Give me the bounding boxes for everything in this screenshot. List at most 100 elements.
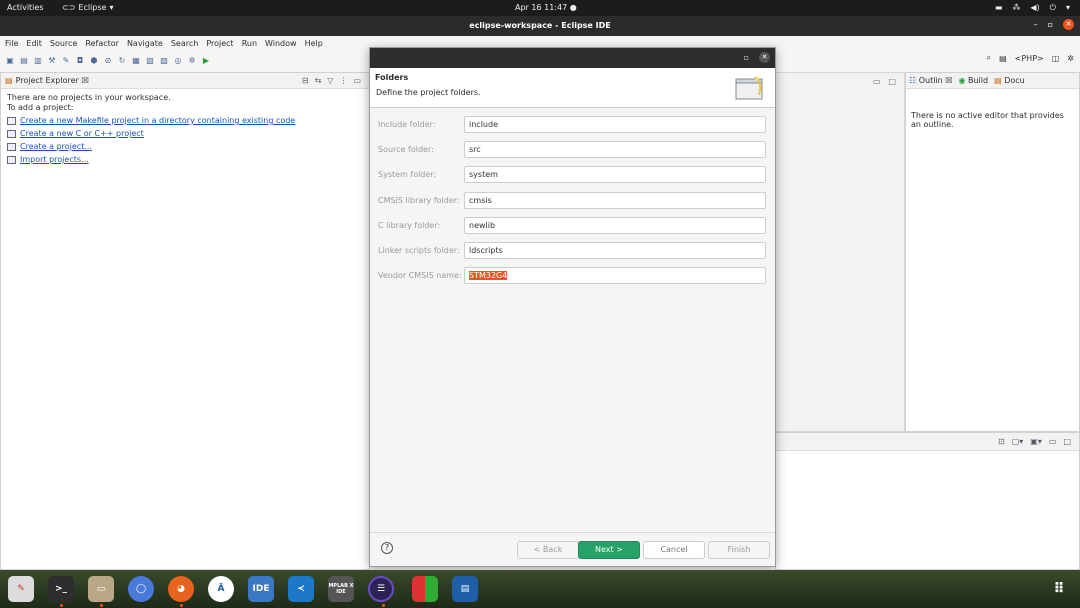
perspective-cpp-icon[interactable]: ◫ — [1052, 54, 1060, 63]
clock[interactable]: Apr 16 11:47 ● — [515, 3, 577, 12]
activities-button[interactable]: Activities — [7, 3, 44, 12]
linker-scripts-folder-input[interactable]: ldscripts — [464, 242, 766, 259]
source-folder-label: Source folder: — [378, 145, 434, 154]
new-icon[interactable]: ▣ — [5, 55, 15, 65]
menu-navigate[interactable]: Navigate — [127, 39, 163, 48]
document-viewer-icon[interactable]: ▤ — [452, 576, 478, 602]
minimize-icon[interactable]: ▭ — [1049, 437, 1057, 446]
view-menu-icon[interactable]: ⋮ — [339, 76, 347, 85]
refresh-icon[interactable]: ↻ — [117, 55, 127, 65]
menu-help[interactable]: Help — [305, 39, 323, 48]
import-projects-link[interactable]: Import projects... — [7, 155, 363, 165]
link-label: Create a new Makefile project in a direc… — [20, 116, 296, 125]
link-editor-icon[interactable]: ⇆ — [315, 76, 322, 85]
minimize-icon[interactable]: – — [1034, 20, 1038, 29]
text-editor-icon[interactable]: ✎ — [8, 576, 34, 602]
hammer-icon[interactable]: ✎ — [61, 55, 71, 65]
filter-icon[interactable]: ▽ — [327, 76, 333, 85]
search-icon[interactable]: ⌕ — [987, 53, 991, 63]
files-icon[interactable]: ▭ — [88, 576, 114, 602]
new-class-icon[interactable]: ▦ — [131, 55, 141, 65]
minimize-view-icon[interactable]: ▭ — [353, 76, 361, 85]
close-icon[interactable]: ✕ — [759, 52, 770, 63]
perspective-debug-icon[interactable]: ✲ — [1067, 54, 1074, 63]
perspective-php[interactable]: <PHP> — [1015, 54, 1044, 63]
tab-build[interactable]: ◉ Build — [958, 76, 988, 85]
menu-refactor[interactable]: Refactor — [85, 39, 119, 48]
outline-tab-bar: ☷ Outlin ☒ ◉ Build ▤ Docu — [906, 73, 1079, 89]
menu-window[interactable]: Window — [265, 39, 297, 48]
system-folder-input[interactable]: system — [464, 166, 766, 183]
open-console-icon[interactable]: ▣▾ — [1030, 437, 1042, 446]
firefox-icon[interactable]: ◕ — [168, 576, 194, 602]
keyboard-icon[interactable]: ▬ — [995, 3, 1003, 13]
next-button[interactable]: Next > — [578, 541, 640, 559]
create-c-cpp-project-link[interactable]: Create a new C or C++ project — [7, 129, 363, 139]
collapse-all-icon[interactable]: ⊟ — [302, 76, 309, 85]
terminal-icon[interactable]: >_ — [48, 576, 74, 602]
toolbar-right: ⌕ ▤ <PHP> ◫ ✲ — [987, 53, 1074, 63]
open-perspective-icon[interactable]: ▤ — [999, 54, 1007, 63]
include-folder-label: Include folder: — [378, 120, 436, 129]
c-library-folder-input[interactable]: newlib — [464, 217, 766, 234]
app-grid-colored-icon[interactable] — [412, 576, 438, 602]
close-icon[interactable]: ✕ — [1063, 19, 1074, 30]
create-project-link[interactable]: Create a project... — [7, 142, 363, 152]
chromium-icon[interactable]: ◯ — [128, 576, 154, 602]
wizard-banner: Folders Define the project folders. — [370, 68, 775, 108]
tab-docu[interactable]: ▤ Docu — [994, 76, 1025, 85]
ide-app-icon[interactable]: IDE — [248, 576, 274, 602]
project-explorer-icon: ▤ — [5, 76, 13, 85]
menu-project[interactable]: Project — [206, 39, 233, 48]
vendor-cmsis-name-input[interactable]: STM32G4 — [464, 267, 766, 284]
run-icon[interactable]: ▶ — [201, 55, 211, 65]
outline-message: There is no active editor that provides … — [911, 111, 1064, 129]
back-button[interactable]: < Back — [517, 541, 579, 559]
mplab-x-ide-icon[interactable]: MPLAB X IDE — [328, 576, 354, 602]
create-makefile-project-link[interactable]: Create a new Makefile project in a direc… — [7, 116, 363, 126]
close-tab-icon[interactable]: ☒ — [82, 76, 89, 85]
include-folder-input[interactable]: include — [464, 116, 766, 133]
maximize-icon[interactable]: □ — [1063, 437, 1071, 446]
app-menu[interactable]: ⊂⊃ Eclipse ▾ — [62, 3, 114, 12]
cmsis-library-folder-row: CMSIS library folder: cmsis — [378, 192, 768, 209]
new-file-icon[interactable]: ▨ — [159, 55, 169, 65]
package-icon[interactable]: ⬢ — [89, 55, 99, 65]
eclipse-icon[interactable]: ☰ — [368, 576, 394, 602]
app-icon[interactable]: Ä — [208, 576, 234, 602]
menu-file[interactable]: File — [5, 39, 18, 48]
menu-search[interactable]: Search — [171, 39, 198, 48]
gnome-top-bar: Activities ⊂⊃ Eclipse ▾ Apr 16 11:47 ● ▬… — [0, 0, 1080, 16]
c-library-folder-label: C library folder: — [378, 221, 441, 230]
skip-breakpoints-icon[interactable]: ⊘ — [103, 55, 113, 65]
tab-outline[interactable]: ☷ Outlin ☒ — [909, 76, 952, 85]
maximize-icon[interactable]: ▫ — [744, 53, 749, 62]
debug-icon[interactable]: ◘ — [75, 55, 85, 65]
source-folder-input[interactable]: src — [464, 141, 766, 158]
new-folder-icon[interactable]: ▧ — [145, 55, 155, 65]
minimize-icon[interactable]: ▭ — [873, 77, 881, 86]
project-explorer-tab[interactable]: ▤ Project Explorer ☒ ⊟ ⇆ ▽ ⋮ ▭ — [1, 73, 369, 89]
debug-run-icon[interactable]: ✲ — [187, 55, 197, 65]
save-all-icon[interactable]: ▥ — [33, 55, 43, 65]
cmsis-library-folder-input[interactable]: cmsis — [464, 192, 766, 209]
cancel-button[interactable]: Cancel — [643, 541, 705, 559]
menu-source[interactable]: Source — [50, 39, 77, 48]
save-icon[interactable]: ▤ — [19, 55, 29, 65]
maximize-icon[interactable]: □ — [888, 77, 896, 86]
build-icon[interactable]: ⚒ — [47, 55, 57, 65]
chevron-down-icon: ▾ — [109, 3, 114, 12]
display-console-icon[interactable]: ▢▾ — [1012, 437, 1024, 446]
maximize-icon[interactable]: ▫ — [1048, 20, 1053, 29]
show-applications-icon[interactable]: ⠿ — [1046, 576, 1072, 602]
clear-console-icon[interactable]: ⊡ — [998, 437, 1005, 446]
finish-button[interactable]: Finish — [708, 541, 770, 559]
running-indicator — [60, 604, 63, 607]
linker-scripts-folder-row: Linker scripts folder: ldscripts — [378, 242, 768, 259]
menu-run[interactable]: Run — [242, 39, 257, 48]
coverage-icon[interactable]: ◎ — [173, 55, 183, 65]
menu-edit[interactable]: Edit — [26, 39, 42, 48]
vscode-icon[interactable]: ≺ — [288, 576, 314, 602]
help-icon[interactable]: ? — [381, 542, 393, 554]
system-tray[interactable]: ▬ ⁂ ◀) ⏻ ▾ — [995, 3, 1070, 13]
